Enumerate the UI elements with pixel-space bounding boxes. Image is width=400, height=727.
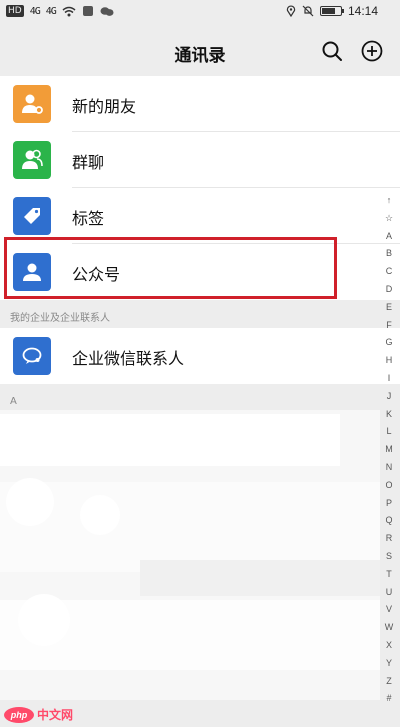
signal-indicator-2: 4G [45,5,57,17]
index-letter[interactable]: O [378,477,400,495]
obscured-contacts [0,410,380,700]
group-chat-icon [13,141,51,179]
index-letter[interactable]: S [378,548,400,566]
watermark: php 中文网 [4,706,73,723]
index-letter[interactable]: K [378,406,400,424]
tags-row[interactable]: 标签 [0,188,400,244]
enterprise-contacts-row[interactable]: 企业微信联系人 [0,328,400,384]
index-letter[interactable]: F [378,317,400,335]
index-letter[interactable]: N [378,459,400,477]
enterprise-contact-icon [13,337,51,375]
clock: 14:14 [347,4,378,18]
status-bar: HD 4G 4G 14:14 [0,0,400,26]
index-letter[interactable]: W [378,619,400,637]
index-letter[interactable]: ☆ [378,210,400,228]
section-letter-a: A [10,396,17,407]
index-letter[interactable]: H [378,352,400,370]
index-letter[interactable]: I [378,370,400,388]
index-letter[interactable]: Z [378,673,400,691]
wifi-icon [62,6,76,16]
index-letter[interactable]: Y [378,655,400,673]
battery-icon [319,6,344,16]
php-logo-text: php [10,709,28,720]
tags-label: 标签 [72,209,105,228]
wechat-notify-icon [100,6,114,16]
index-letter[interactable]: L [378,423,400,441]
index-letter[interactable]: R [378,530,400,548]
index-letter[interactable]: X [378,637,400,655]
enterprise-contacts-label: 企业微信联系人 [72,349,185,368]
enterprise-section-title: 我的企业及企业联系人 [10,313,110,324]
tag-icon [13,197,51,235]
index-letter[interactable]: P [378,495,400,513]
new-friends-label: 新的朋友 [72,97,137,116]
alphabet-index[interactable]: ↑ ☆ A B C D E F G H I J K L M N O P Q R S T U V W X Y Z # [378,192,400,708]
add-friend-icon [13,85,51,123]
watermark-text: 中文网 [37,708,74,722]
index-letter[interactable]: A [378,228,400,246]
search-icon[interactable] [321,40,343,62]
notification-icon [82,6,93,16]
group-chats-label: 群聊 [72,153,105,172]
index-letter[interactable]: # [378,690,400,708]
group-chats-row[interactable]: 群聊 [0,132,400,188]
index-letter[interactable]: ↑ [378,192,400,210]
index-letter[interactable]: J [378,388,400,406]
index-letter[interactable]: U [378,584,400,602]
index-letter[interactable]: C [378,263,400,281]
index-letter[interactable]: E [378,299,400,317]
plus-circle-icon[interactable] [361,40,383,62]
top-bar: 通讯录 [0,26,400,76]
highlight-box [4,237,337,299]
index-letter[interactable]: D [378,281,400,299]
signal-indicator-1: 4G [29,5,41,17]
index-letter[interactable]: G [378,334,400,352]
index-letter[interactable]: Q [378,512,400,530]
index-letter[interactable]: M [378,441,400,459]
php-logo: php [4,706,34,723]
index-letter[interactable]: T [378,566,400,584]
index-letter[interactable]: V [378,601,400,619]
index-letter[interactable]: B [378,245,400,263]
location-icon [286,5,296,17]
new-friends-row[interactable]: 新的朋友 [0,76,400,132]
hd-badge: HD [6,5,24,17]
mute-icon [302,5,314,17]
